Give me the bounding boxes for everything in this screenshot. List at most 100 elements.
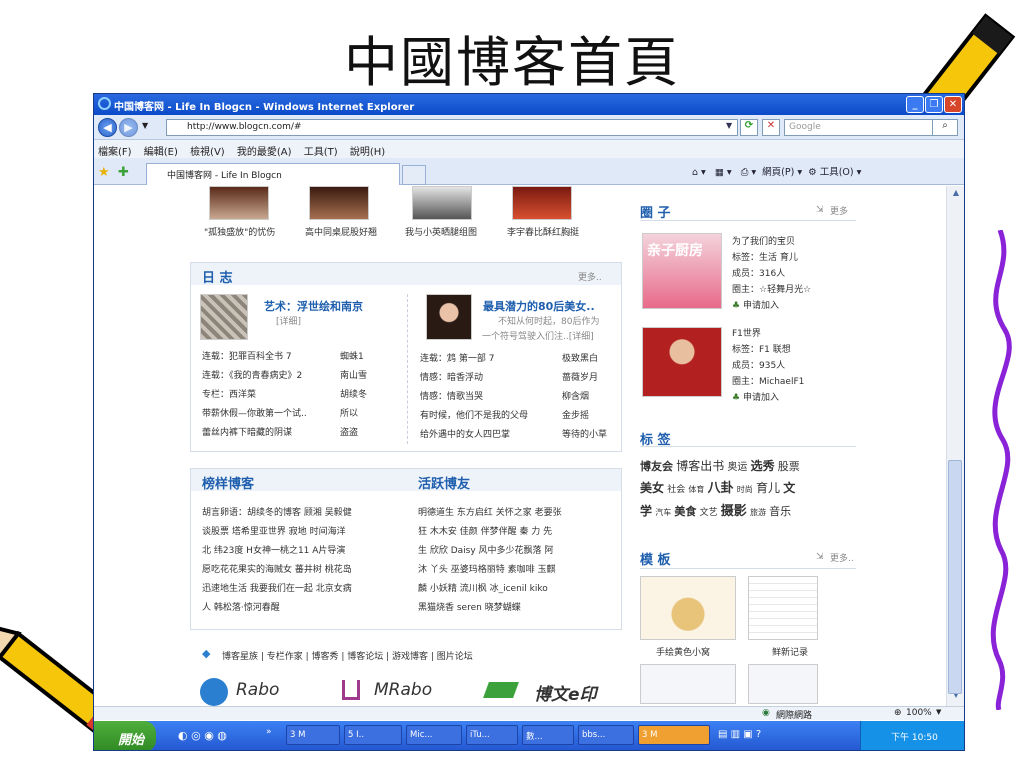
list-author[interactable]: 所以 xyxy=(340,406,358,419)
scrollbar-thumb[interactable] xyxy=(948,460,962,694)
logo-mrabo[interactable]: MRabo xyxy=(374,680,432,700)
list-author[interactable]: 极致黑白 xyxy=(562,351,598,364)
list-author[interactable]: 蜘蛛1 xyxy=(340,349,364,362)
taskbar-item[interactable]: bbs... xyxy=(578,725,634,745)
tag[interactable]: 博友会 xyxy=(640,460,673,473)
new-tab-button[interactable] xyxy=(402,165,426,185)
close-button[interactable]: ✕ xyxy=(944,96,962,113)
home-icon[interactable]: ⌂ ▾ xyxy=(692,167,706,178)
menu-help[interactable]: 說明(H) xyxy=(350,147,385,158)
tag[interactable]: 体育 xyxy=(688,485,704,494)
zoom-dropdown-icon[interactable]: ▼ xyxy=(936,708,941,716)
blogger-line[interactable]: 北 纬23度 H女神一桃之11 A片导演 xyxy=(202,542,402,561)
menu-view[interactable]: 檢視(V) xyxy=(190,147,225,158)
maximize-button[interactable]: ❐ xyxy=(925,96,943,113)
list-item[interactable]: 带薪休假—你敢第一个试.. xyxy=(202,406,307,419)
search-input[interactable]: Google xyxy=(784,119,952,136)
photo-caption[interactable]: 我与小英晒腿组图 xyxy=(405,225,477,238)
list-author[interactable]: 盗盗 xyxy=(340,425,358,438)
blogger-line[interactable]: 黑猫烧香 seren 晓梦蝴蝶 xyxy=(418,599,618,618)
tag[interactable]: 选秀 xyxy=(751,459,775,473)
feature-image[interactable] xyxy=(426,294,472,340)
clock[interactable]: 下午 10:50 xyxy=(891,733,938,743)
photo-caption[interactable]: 李宇春比酥红胸挺 xyxy=(507,225,579,238)
search-icon[interactable]: ⌕ xyxy=(932,119,958,136)
circle-image[interactable]: 亲子厨房 xyxy=(642,233,722,309)
stop-icon[interactable]: ✕ xyxy=(762,119,780,136)
quicklaunch-more-icon[interactable]: » xyxy=(266,727,272,737)
taskbar-item[interactable]: 數... xyxy=(522,725,574,745)
tag[interactable]: 时尚 xyxy=(737,485,753,494)
feature-left-detail[interactable]: [详细] xyxy=(276,314,301,327)
menu-edit[interactable]: 編輯(E) xyxy=(144,147,178,158)
refresh-icon[interactable]: ⟳ xyxy=(740,119,758,136)
feature-right-title[interactable]: 最具潜力的80后美女.. xyxy=(483,298,595,314)
taskbar-item[interactable]: iTu... xyxy=(466,725,518,745)
photo-thumb[interactable] xyxy=(209,186,269,220)
start-button[interactable]: 開始 xyxy=(94,721,156,750)
list-author[interactable]: 等待的小草 xyxy=(562,427,607,440)
feature-left-title[interactable]: 艺术：浮世绘和南京 xyxy=(264,298,363,314)
template-thumb[interactable] xyxy=(748,576,818,640)
feature-image[interactable] xyxy=(200,294,248,340)
menu-favorites[interactable]: 我的最愛(A) xyxy=(237,147,292,158)
list-item[interactable]: 情感：情歌当哭 xyxy=(420,389,483,402)
template-thumb[interactable] xyxy=(640,576,736,640)
list-author[interactable]: 南山雪 xyxy=(340,368,367,381)
blogger-line[interactable]: 胡言卵语：胡续冬的博客 顾湘 吴毅健 xyxy=(202,504,402,523)
history-dropdown-icon[interactable]: ▼ xyxy=(142,121,148,130)
logo-rabo[interactable]: Rabo xyxy=(236,680,279,700)
list-item[interactable]: 情感：暗香浮动 xyxy=(420,370,483,383)
list-item[interactable]: 给外遇中的女人四巴掌 xyxy=(420,427,510,440)
taskbar-item[interactable]: 5 I.. xyxy=(344,725,402,745)
minimize-button[interactable]: _ xyxy=(906,96,924,113)
join-link[interactable]: ♣ 申请加入 xyxy=(732,298,811,314)
taskbar-item[interactable]: Mic... xyxy=(406,725,462,745)
taskbar-item[interactable]: 3 M xyxy=(286,725,340,745)
template-caption[interactable]: 手绘黄色小窝 xyxy=(656,645,710,658)
tag[interactable]: 奥运 xyxy=(727,462,747,473)
template-thumb[interactable] xyxy=(748,664,818,704)
tag[interactable]: 旅游 xyxy=(750,508,766,517)
circle-image[interactable] xyxy=(642,327,722,397)
tag[interactable]: 博客出书 xyxy=(676,459,724,473)
blogger-line[interactable]: 麟 小妖精 流川枫 冰_icenil kiko xyxy=(418,580,618,599)
tag[interactable]: 文艺 xyxy=(700,508,718,518)
scroll-up-icon[interactable]: ▲ xyxy=(949,188,963,200)
forward-icon[interactable]: ▶ xyxy=(119,118,138,137)
list-item[interactable]: 连载：鸩 第一部 7 xyxy=(420,351,494,364)
footer-links[interactable]: 博客星族 | 专栏作家 | 博客秀 | 博客论坛 | 游戏博客 | 图片论坛 xyxy=(222,649,473,662)
list-item[interactable]: 专栏：西洋菜 xyxy=(202,387,256,400)
language-bar-icons[interactable]: ▤ ▥ ▣ ? xyxy=(718,729,761,740)
list-item[interactable]: 连载：《我的青春病史》2 xyxy=(202,368,302,381)
taskbar-item-active[interactable]: 3 M xyxy=(638,725,710,745)
back-icon[interactable]: ◀ xyxy=(98,118,117,137)
diary-more-link[interactable]: 更多.. xyxy=(578,270,602,283)
tag[interactable]: 学 xyxy=(640,504,652,518)
menu-file[interactable]: 檔案(F) xyxy=(98,147,132,158)
list-item[interactable]: 连载：犯罪百科全书 7 xyxy=(202,349,292,362)
blogger-line[interactable]: 沐 丫头 巫婆玛格丽特 素咖啡 玉麒 xyxy=(418,561,618,580)
list-item[interactable]: 有时候，他们不是我的父母 xyxy=(420,408,528,421)
templates-more-link[interactable]: 更多.. xyxy=(830,551,854,564)
blogger-line[interactable]: 人 韩松落·惊河春醒 xyxy=(202,599,402,618)
template-caption[interactable]: 鲜新记录 xyxy=(772,645,808,658)
list-author[interactable]: 金步摇 xyxy=(562,408,589,421)
list-item[interactable]: 蕾丝内裤下暗藏的阴谋 xyxy=(202,425,292,438)
tag[interactable]: 汽车 xyxy=(655,508,671,517)
photo-thumb[interactable] xyxy=(412,186,472,220)
tag[interactable]: 音乐 xyxy=(769,505,791,518)
menu-tools[interactable]: 工具(T) xyxy=(304,147,338,158)
blogger-line[interactable]: 谈股票 塔希里亚世界 寂地 时间海洋 xyxy=(202,523,402,542)
circles-more-link[interactable]: 更多 xyxy=(830,204,848,217)
photo-thumb[interactable] xyxy=(512,186,572,220)
tab-blogcn[interactable]: 中国博客网 - Life In Blogcn xyxy=(146,163,400,185)
blogger-line[interactable]: 迅速地生活 我要我们在一起 北京女病 xyxy=(202,580,402,599)
quicklaunch-icons[interactable]: ◐ ◎ ◉ ◍ xyxy=(178,729,227,742)
logo-bowen[interactable]: 博文e印 xyxy=(534,680,597,705)
feature-right-desc[interactable]: 一个符号驾驶入们注..[详细] xyxy=(482,329,594,342)
tools-menu[interactable]: 工具(O) xyxy=(820,167,854,178)
url-input[interactable]: http://www.blogcn.com/# xyxy=(166,119,738,136)
circle-name[interactable]: 为了我们的宝贝 xyxy=(732,234,811,250)
tag[interactable]: 文 xyxy=(783,481,795,495)
